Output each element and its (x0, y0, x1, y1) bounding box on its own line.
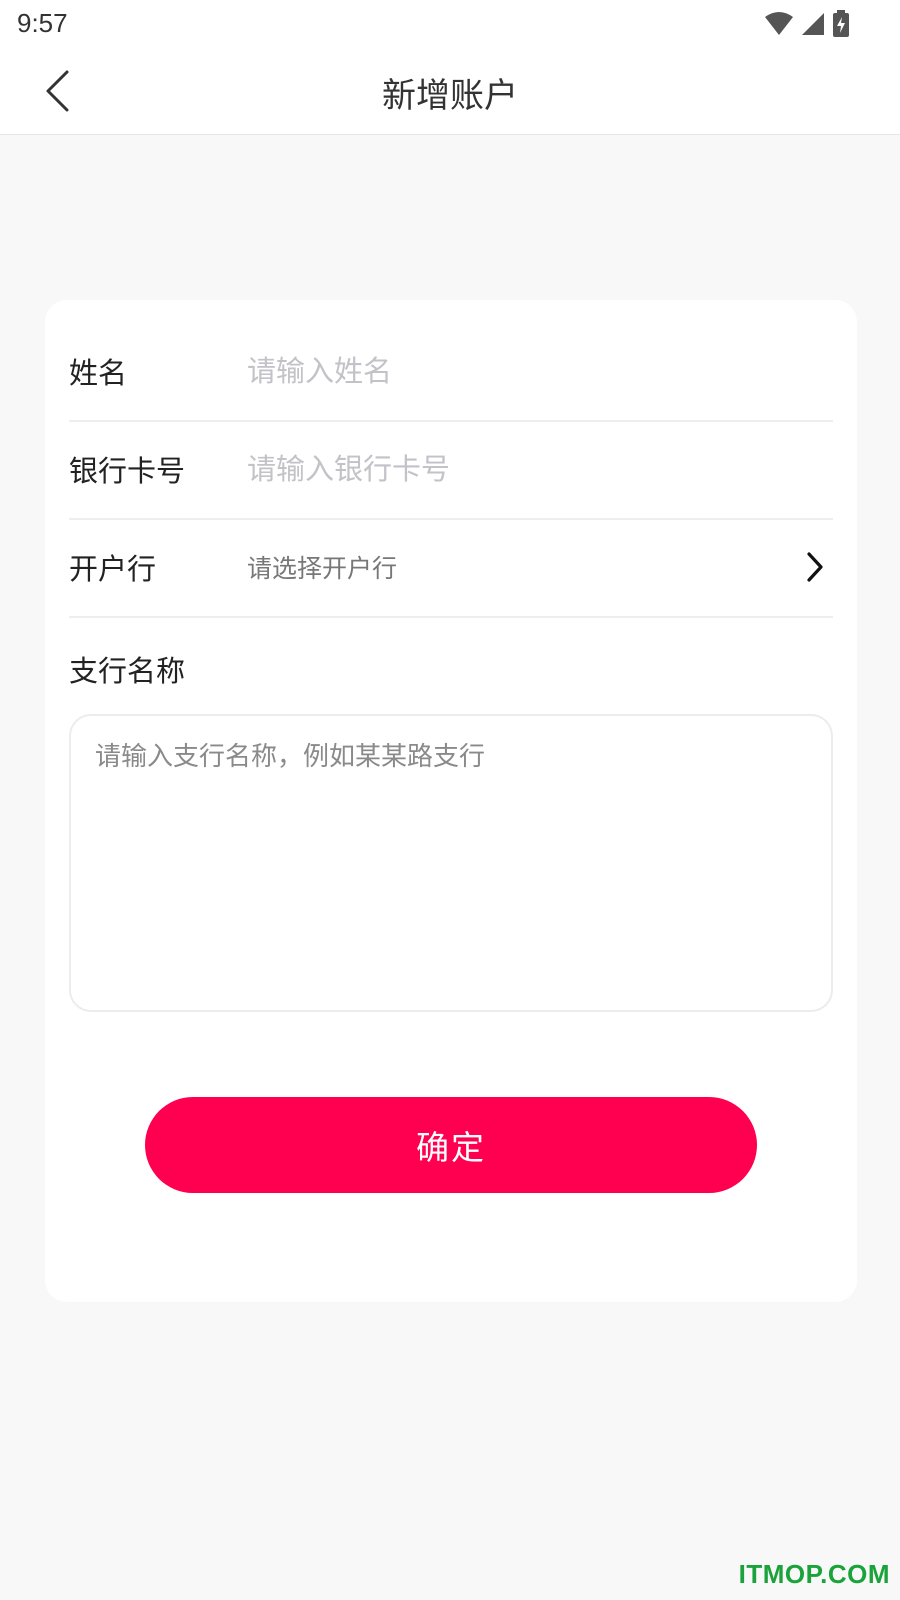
branch-label: 支行名称 (69, 654, 186, 688)
signal-icon (802, 13, 824, 35)
account-form-card: 姓名 银行卡号 开户行 请选择开户行 支行名称 确定 (45, 300, 857, 1302)
bank-label: 开户行 (69, 552, 157, 586)
branch-name-textarea[interactable] (69, 714, 833, 1012)
status-icons (764, 8, 850, 40)
battery-charging-icon (833, 10, 849, 37)
name-input[interactable] (247, 354, 807, 388)
watermark: ITMOP.COM (738, 1559, 890, 1589)
app-header: 新增账户 (0, 48, 900, 135)
bank-select-row[interactable]: 开户行 请选择开户行 (69, 518, 833, 618)
wifi-icon (765, 12, 793, 35)
card-number-label: 银行卡号 (69, 454, 186, 488)
card-number-input[interactable] (247, 452, 807, 486)
chevron-right-icon (807, 552, 823, 582)
name-label: 姓名 (69, 356, 128, 390)
status-time: 9:57 (17, 8, 68, 38)
bank-select-placeholder: 请选择开户行 (247, 554, 398, 583)
status-bar: 9:57 (0, 0, 900, 48)
card-number-row: 银行卡号 (69, 420, 833, 520)
confirm-button[interactable]: 确定 (145, 1097, 757, 1193)
page-title: 新增账户 (382, 76, 518, 116)
name-row: 姓名 (69, 322, 833, 422)
